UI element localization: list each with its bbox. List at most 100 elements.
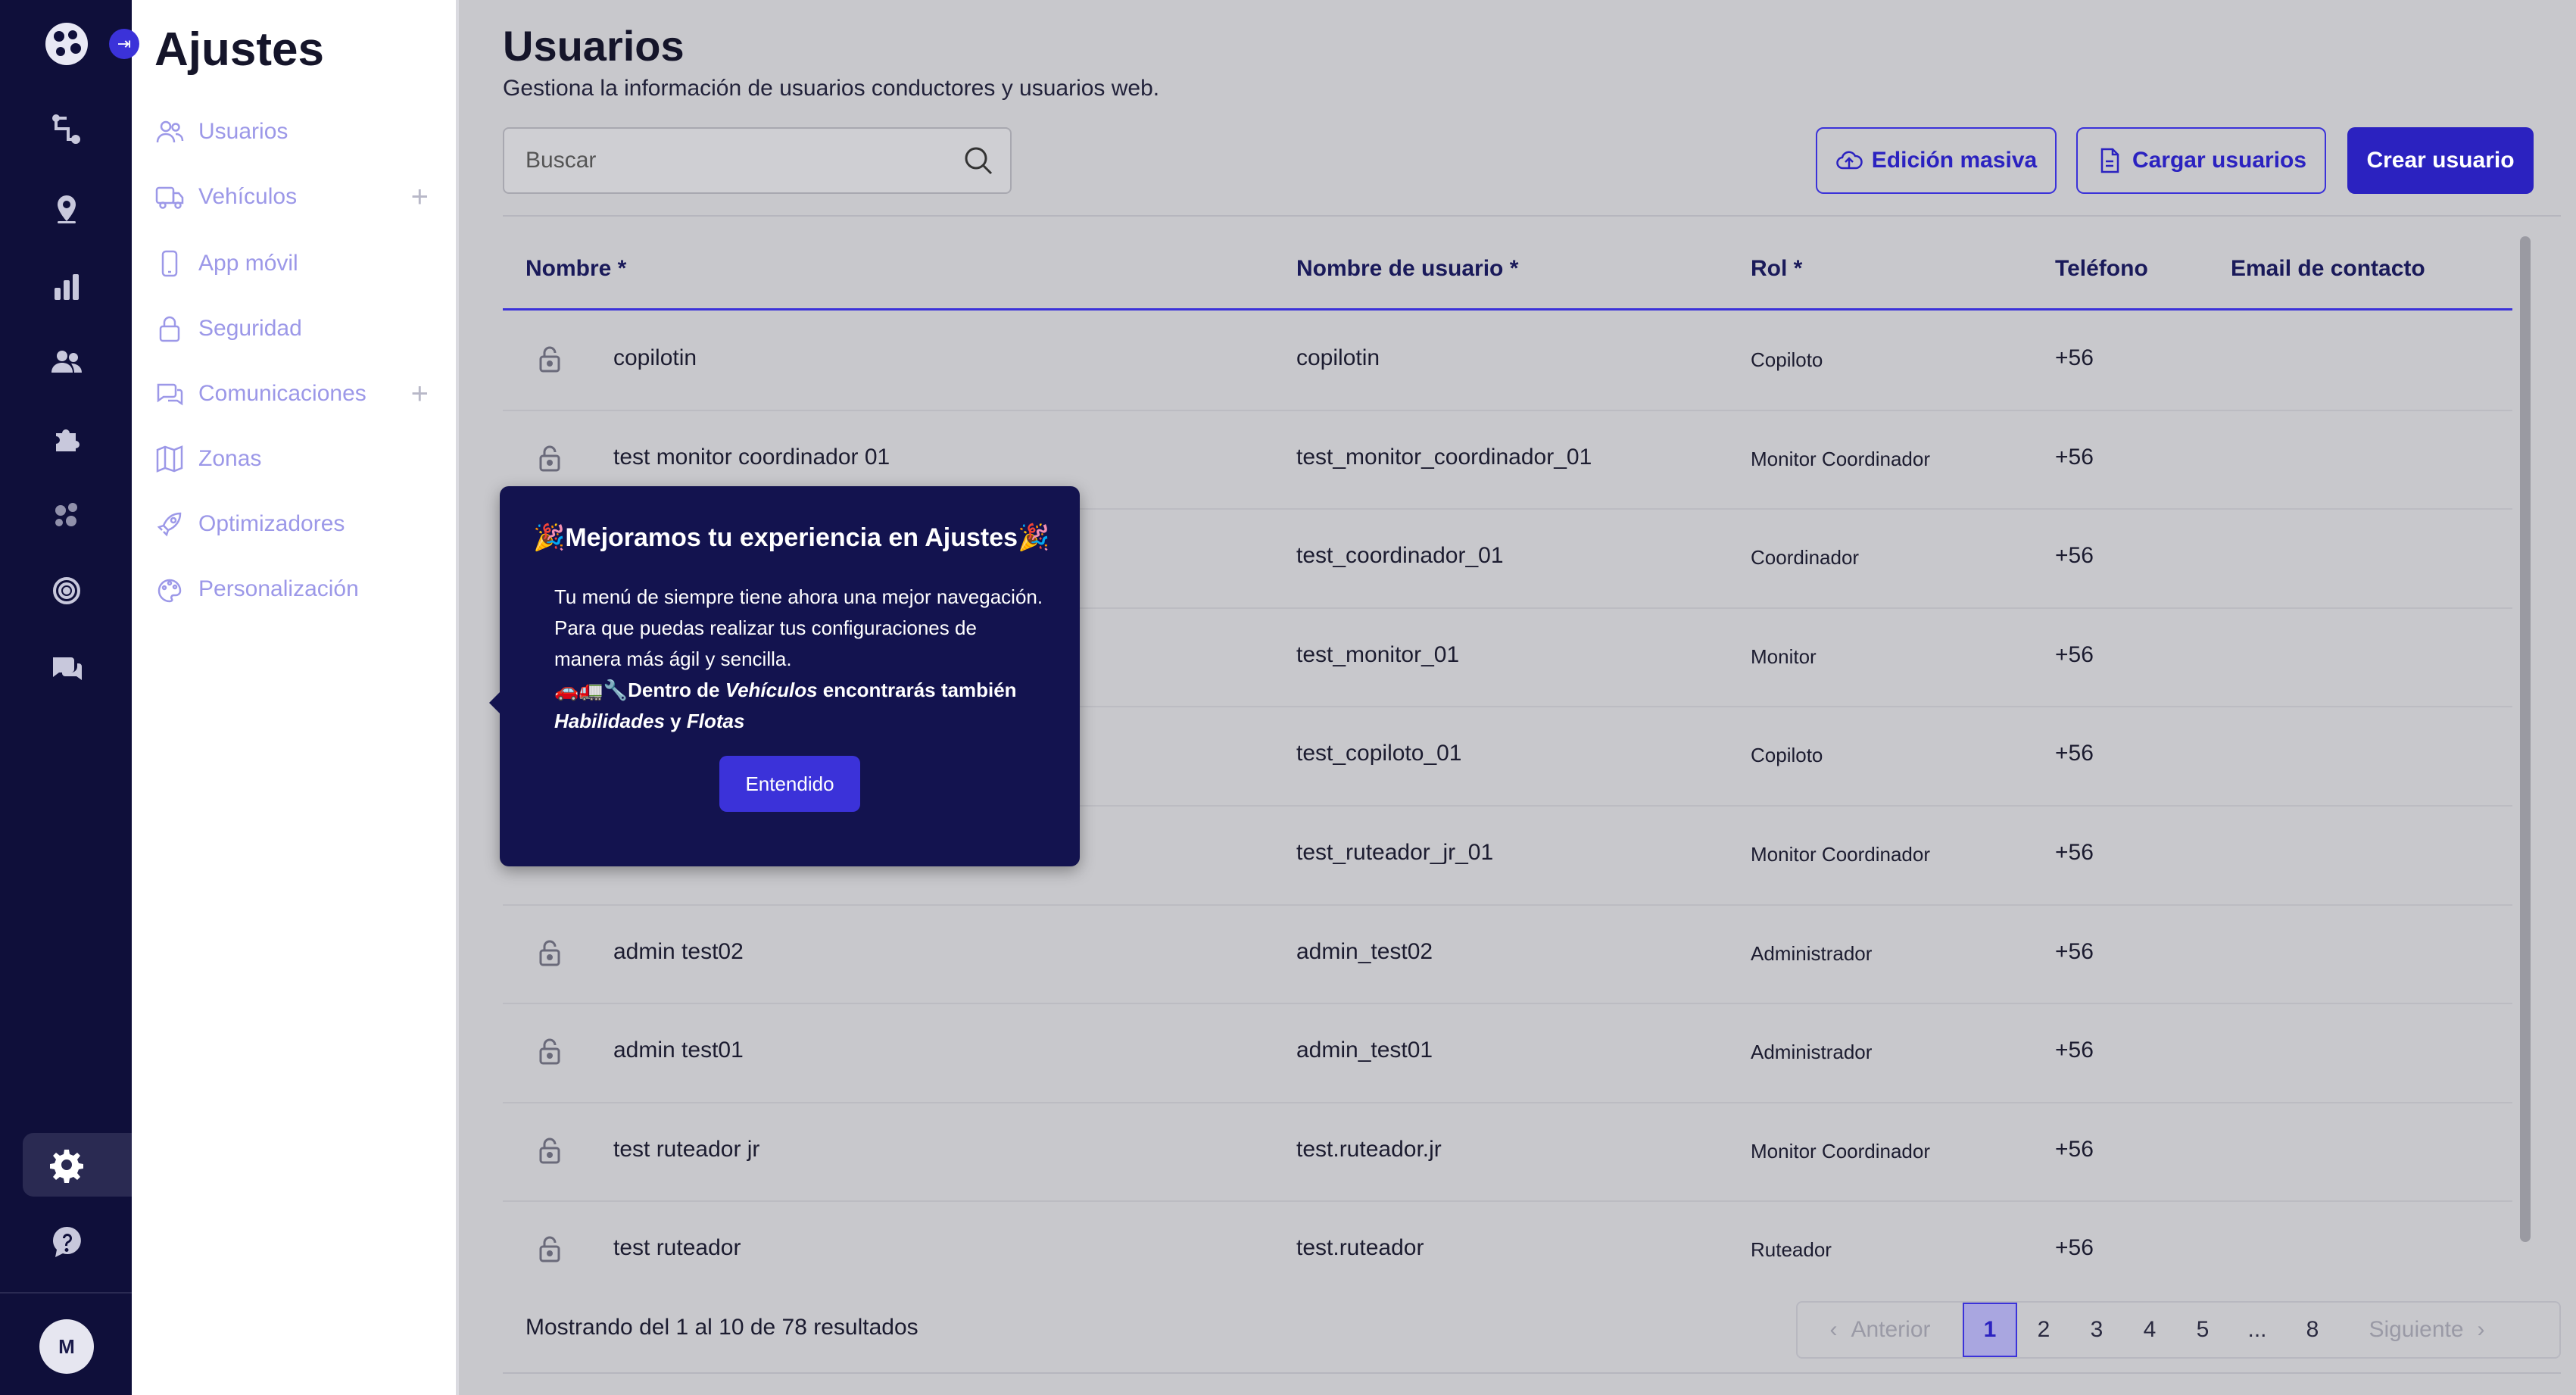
gear-icon[interactable] [48,1147,85,1183]
results-summary: Mostrando del 1 al 10 de 78 resultados [525,1315,918,1340]
lock-icon [159,316,180,342]
cell-role: Monitor Coordinador [1751,1139,1931,1162]
next-page-button[interactable]: Siguiente › [2340,1303,2514,1357]
onboarding-popover: 🎉Mejoramos tu experiencia en Ajustes🎉 Tu… [489,486,1080,866]
submenu-item-app-movil[interactable]: App móvil [154,241,450,286]
popover-bold-c: y [664,710,687,732]
cell-phone: +56 [2055,444,2094,470]
settings-submenu: Ajustes Usuarios Vehículos + App móvil S… [132,0,459,1395]
file-icon [2100,148,2119,173]
lock-icon[interactable] [535,1036,565,1066]
create-user-button[interactable]: Crear usuario [2347,127,2534,194]
cell-name: test ruteador [613,1235,741,1261]
lock-icon[interactable] [535,1135,565,1166]
cell-phone: +56 [2055,1136,2094,1162]
chat-icon [157,383,183,406]
submenu-item-usuarios[interactable]: Usuarios [154,109,450,154]
prev-page-label: Anterior [1851,1317,1931,1342]
search-input[interactable] [525,129,950,192]
submenu-title: Ajustes [154,23,324,76]
users-icon[interactable] [48,344,85,380]
page-subtitle: Gestiona la información de usuarios cond… [503,76,1160,101]
help-icon[interactable] [48,1224,85,1260]
bar-chart-icon[interactable] [48,268,85,304]
lock-icon[interactable] [535,938,565,968]
submenu-item-seguridad[interactable]: Seguridad [154,306,450,351]
table-row[interactable]: copilotin copilotin Copiloto +56 [503,312,2512,411]
column-header-nombre[interactable]: Nombre * [525,256,626,282]
table-row[interactable]: test ruteador test.ruteador Ruteador +56 [503,1202,2512,1301]
cell-role: Coordinador [1751,546,1860,570]
understood-button[interactable]: Entendido [719,756,860,812]
palette-icon [157,579,182,603]
cell-phone: +56 [2055,938,2094,964]
phone-icon [161,250,178,277]
app-logo-icon[interactable] [42,20,91,68]
cell-role: Administrador [1751,1041,1873,1064]
page-button-2[interactable]: 2 [2017,1303,2070,1357]
route-icon[interactable] [48,112,85,148]
cell-role: Copiloto [1751,348,1823,371]
lock-icon[interactable] [535,344,565,374]
cell-username: test_ruteador_jr_01 [1296,839,1494,865]
upload-users-label: Cargar usuarios [2132,148,2307,173]
submenu-item-label: Seguridad [198,316,302,341]
map-icon [156,445,183,473]
cell-role: Administrador [1751,941,1873,965]
popover-title: 🎉Mejoramos tu experiencia en Ajustes🎉 [533,523,1050,552]
page-button-4[interactable]: 4 [2123,1303,2176,1357]
cell-phone: +56 [2055,543,2094,569]
cell-username: test.ruteador.jr [1296,1136,1442,1162]
submenu-item-zonas[interactable]: Zonas [154,436,450,482]
column-header-rol[interactable]: Rol * [1751,256,1802,282]
popover-italic-b: Habilidades [554,710,665,732]
chat-icon[interactable] [48,650,85,686]
page-button-1[interactable]: 1 [1963,1303,2017,1357]
upload-users-button[interactable]: Cargar usuarios [2076,127,2326,194]
puzzle-icon[interactable] [48,420,85,456]
pagination: ‹ Anterior 1 2 3 4 5 ... 8 Siguiente › [1796,1301,2561,1359]
column-header-email[interactable]: Email de contacto [2231,256,2425,282]
cell-username: test_monitor_coordinador_01 [1296,444,1592,470]
cell-role: Ruteador [1751,1238,1832,1262]
search-icon[interactable] [962,144,995,177]
table-row[interactable]: admin test02 admin_test02 Administrador … [503,906,2512,1005]
cell-username: test_monitor_01 [1296,641,1460,667]
column-header-username[interactable]: Nombre de usuario * [1296,256,1518,282]
submenu-item-comunicaciones[interactable]: Comunicaciones + [154,371,450,417]
popover-text: Tu menú de siempre tiene ahora una mejor… [554,585,1043,670]
column-header-telefono[interactable]: Teléfono [2055,256,2148,282]
page-ellipsis: ... [2247,1317,2267,1342]
search-box [503,127,1012,194]
popover-italic-c: Flotas [686,710,745,732]
table-row[interactable]: admin test01 admin_test01 Administrador … [503,1004,2512,1103]
cell-phone: +56 [2055,641,2094,667]
dots-icon[interactable] [48,497,85,533]
lock-icon[interactable] [535,1234,565,1264]
cell-name: test monitor coordinador 01 [613,444,890,470]
page-button-8[interactable]: 8 [2285,1303,2340,1357]
expand-menu-icon[interactable]: ⇥ [109,29,139,59]
page-button-5[interactable]: 5 [2176,1303,2229,1357]
cell-phone: +56 [2055,345,2094,370]
table-row[interactable]: test ruteador jr test.ruteador.jr Monito… [503,1103,2512,1203]
page-button-3[interactable]: 3 [2070,1303,2123,1357]
lock-icon[interactable] [535,443,565,473]
prev-page-button[interactable]: ‹ Anterior [1798,1303,1963,1357]
radar-icon[interactable] [48,573,85,609]
expand-plus-icon[interactable]: + [411,180,429,214]
chevron-right-icon: › [2477,1317,2485,1342]
submenu-item-personalizacion[interactable]: Personalización [154,566,450,612]
rocket-icon [157,512,182,537]
table-scrollbar[interactable] [2520,236,2531,1242]
truck-icon [155,186,184,209]
avatar[interactable]: M [39,1319,94,1374]
submenu-item-optimizadores[interactable]: Optimizadores [154,501,450,547]
expand-plus-icon[interactable]: + [411,377,429,411]
bulk-edit-button[interactable]: Edición masiva [1816,127,2057,194]
bulk-edit-label: Edición masiva [1871,148,2038,173]
submenu-item-label: Vehículos [198,184,298,209]
submenu-item-vehiculos[interactable]: Vehículos + [154,174,450,220]
rail-divider [0,1292,132,1294]
map-pin-icon[interactable] [48,191,85,227]
